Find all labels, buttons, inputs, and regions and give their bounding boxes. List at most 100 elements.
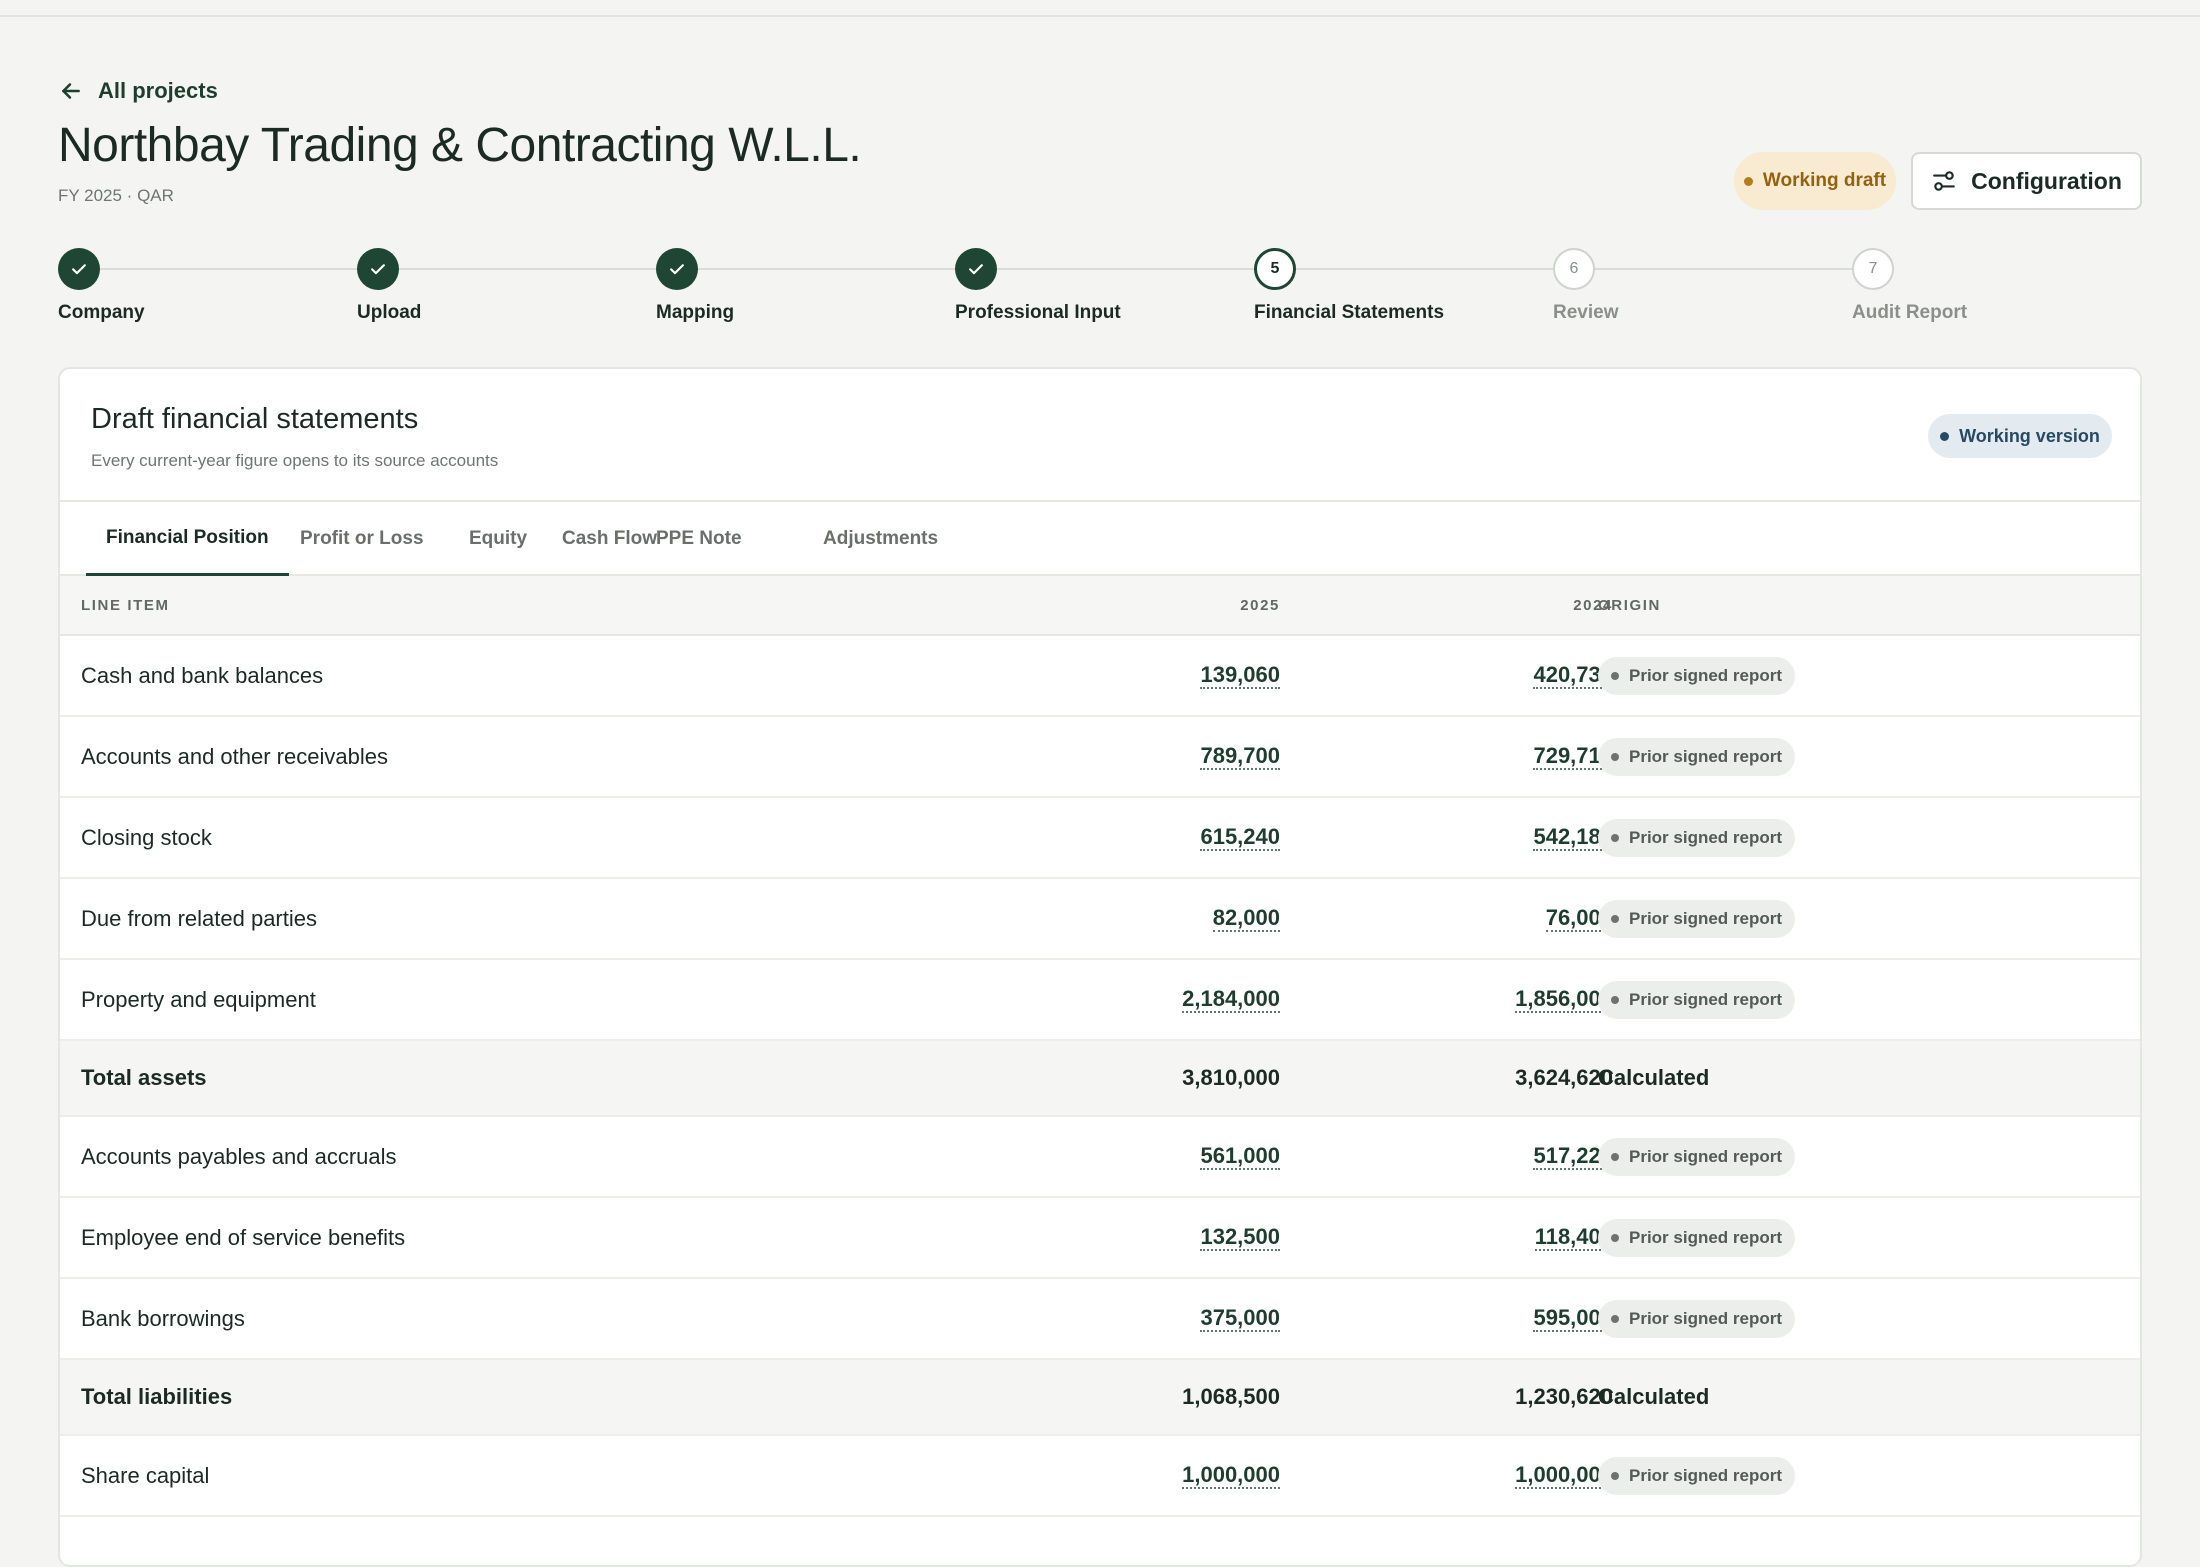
table-row: Property and equipment 2,184,000 1,856,000… xyxy=(60,960,2140,1041)
value-cell-2024: 1,000,000 xyxy=(1393,1436,1613,1515)
value-cell-2024: 420,730 xyxy=(1393,636,1613,715)
sliders-icon xyxy=(1933,171,1955,191)
step-6[interactable]: 6 Review xyxy=(1553,248,1618,323)
origin-dot-icon xyxy=(1611,1233,1619,1242)
origin-badge-label: Prior signed report xyxy=(1629,1308,1783,1328)
value-cell-2024: 1,856,000 xyxy=(1393,960,1613,1039)
tab-equity[interactable]: Equity xyxy=(449,502,547,576)
value-2025[interactable]: 2,184,000 xyxy=(1182,986,1280,1014)
step-2[interactable]: Upload xyxy=(357,248,421,323)
version-badge-label: Working version xyxy=(1959,425,2100,446)
value-cell-2025: 561,000 xyxy=(1060,1117,1280,1196)
tab-profit-or-loss[interactable]: Profit or Loss xyxy=(280,502,444,576)
value-cell-2024: 76,000 xyxy=(1393,879,1613,958)
value-cell-2025: 3,810,000 xyxy=(1060,1041,1280,1115)
origin-badge-label: Prior signed report xyxy=(1629,1465,1783,1485)
table-row: Closing stock 615,240 542,180 Prior signed … xyxy=(60,798,2140,879)
origin-cell: Prior signed report xyxy=(1598,960,1796,1039)
origin-cell: Prior signed report xyxy=(1598,717,1796,796)
origin-dot-icon xyxy=(1611,752,1619,761)
origin-cell: Calculated xyxy=(1598,1360,1709,1434)
step-label: Review xyxy=(1553,302,1619,323)
page-title: Northbay Trading & Contracting W.L.L. xyxy=(58,119,862,172)
origin-cell: Prior signed report xyxy=(1598,879,1796,958)
column-header-2024[interactable]: 2024 xyxy=(1413,576,1613,634)
table-row: Share capital 1,000,000 1,000,000 Prior sig… xyxy=(60,1436,2140,1517)
tab-ppe-note[interactable]: PPE Note xyxy=(636,502,762,576)
origin-dot-icon xyxy=(1611,995,1619,1004)
origin-cell: Prior signed report xyxy=(1598,1279,1796,1358)
column-header-line-item: LINE ITEM xyxy=(81,596,170,614)
line-item-label: Closing stock xyxy=(81,824,212,850)
total-row: Total assets 3,810,000 3,624,620 Calculated xyxy=(60,1041,2140,1117)
line-item-label: Total liabilities xyxy=(81,1384,233,1409)
configuration-button[interactable]: Configuration xyxy=(1911,152,2142,210)
column-header-2025[interactable]: 2025 xyxy=(1080,576,1280,634)
table-row: Cash and bank balances 139,060 420,730 Prio… xyxy=(60,636,2140,717)
table-row: Bank borrowings 375,000 595,000 Prior signe… xyxy=(60,1279,2140,1360)
origin-label: Calculated xyxy=(1598,1065,1710,1090)
origin-badge: Prior signed report xyxy=(1598,656,1796,695)
value-2025[interactable]: 789,700 xyxy=(1200,743,1280,771)
line-item-label: Property and equipment xyxy=(81,986,316,1012)
step-3[interactable]: Mapping xyxy=(656,248,734,323)
value-2025[interactable]: 82,000 xyxy=(1212,905,1280,933)
value-cell-2024: 729,710 xyxy=(1393,717,1613,796)
card-subtitle: Every current-year figure opens to its s… xyxy=(91,451,499,470)
value-2025[interactable]: 139,060 xyxy=(1200,662,1280,690)
origin-badge: Prior signed report xyxy=(1598,1218,1796,1257)
value-2025: 3,810,000 xyxy=(1182,1065,1280,1091)
project-meta: FY 2025 · QAR xyxy=(58,186,174,205)
column-header-origin: ORIGIN xyxy=(1598,596,1661,614)
origin-cell: Prior signed report xyxy=(1598,798,1796,877)
value-cell-2024: 1,230,620 xyxy=(1393,1360,1613,1434)
tab-financial-position[interactable]: Financial Position xyxy=(86,502,289,576)
origin-dot-icon xyxy=(1611,1314,1619,1323)
origin-badge: Prior signed report xyxy=(1598,1137,1796,1176)
origin-dot-icon xyxy=(1611,833,1619,842)
origin-dot-icon xyxy=(1611,1152,1619,1161)
table-row: Accounts and other receivables 789,700 729… xyxy=(60,717,2140,798)
version-dot-icon xyxy=(1940,431,1950,441)
line-item-label: Cash and bank balances xyxy=(81,662,324,688)
step-5[interactable]: 5 Financial Statements xyxy=(1254,248,1444,323)
origin-badge: Prior signed report xyxy=(1598,899,1796,938)
statements-card: Draft financial statements Every current… xyxy=(58,367,2142,1567)
origin-badge-label: Prior signed report xyxy=(1629,908,1783,928)
origin-badge-label: Prior signed report xyxy=(1629,989,1783,1009)
origin-cell: Calculated xyxy=(1598,1041,1709,1115)
origin-cell: Prior signed report xyxy=(1598,1436,1796,1515)
value-2025[interactable]: 375,000 xyxy=(1200,1305,1280,1333)
value-2025[interactable]: 1,000,000 xyxy=(1182,1462,1280,1490)
origin-badge-label: Prior signed report xyxy=(1629,1146,1783,1166)
step-label: Financial Statements xyxy=(1254,302,1445,323)
statement-tabs: Financial Position Profit or Loss Equity Ca… xyxy=(60,500,2140,576)
step-7[interactable]: 7 Audit Report xyxy=(1852,248,1967,323)
origin-badge-label: Prior signed report xyxy=(1629,665,1783,685)
value-2025[interactable]: 615,240 xyxy=(1200,824,1280,852)
origin-cell: Prior signed report xyxy=(1598,1198,1796,1277)
value-2025[interactable]: 561,000 xyxy=(1200,1143,1280,1171)
tab-adjustments[interactable]: Adjustments xyxy=(803,502,958,576)
table-row: Employee end of service benefits 132,500 1… xyxy=(60,1198,2140,1279)
origin-label: Calculated xyxy=(1598,1384,1710,1409)
step-label: Mapping xyxy=(656,302,735,323)
step-4[interactable]: Professional Input xyxy=(955,248,1121,323)
origin-badge: Prior signed report xyxy=(1598,818,1796,857)
origin-badge-label: Prior signed report xyxy=(1629,827,1783,847)
step-label: Professional Input xyxy=(955,302,1121,323)
total-row: Total liabilities 1,068,500 1,230,620 Calcu… xyxy=(60,1360,2140,1436)
value-2025[interactable]: 132,500 xyxy=(1200,1224,1280,1252)
back-link[interactable]: All projects xyxy=(58,78,218,104)
status-badge: Working draft xyxy=(1734,152,1896,210)
step-1[interactable]: Company xyxy=(58,248,145,323)
check-icon xyxy=(656,248,698,290)
origin-badge: Prior signed report xyxy=(1598,737,1796,776)
line-item-label: Total assets xyxy=(81,1065,207,1090)
origin-cell: Prior signed report xyxy=(1598,636,1796,715)
value-cell-2024: 118,400 xyxy=(1393,1198,1613,1277)
origin-dot-icon xyxy=(1611,1471,1619,1480)
value-cell-2024: 595,000 xyxy=(1393,1279,1613,1358)
value-cell-2025: 1,000,000 xyxy=(1060,1436,1280,1515)
value-cell-2025: 1,068,500 xyxy=(1060,1360,1280,1434)
